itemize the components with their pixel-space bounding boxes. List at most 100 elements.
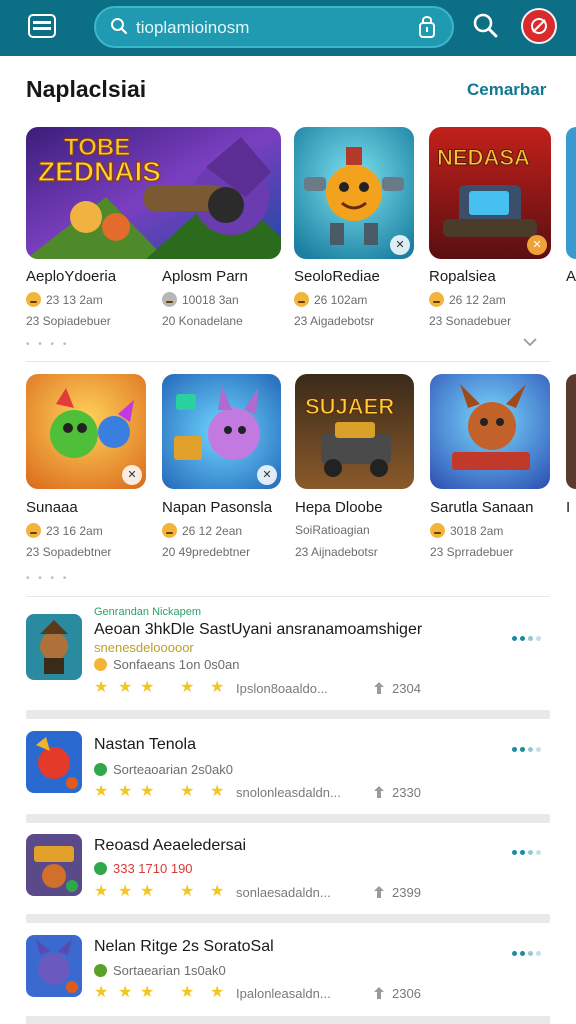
download-icon <box>374 987 384 999</box>
game-meta: 20 49predebtner <box>162 545 251 559</box>
see-more-link[interactable]: Cemarbar <box>467 80 546 100</box>
game-title: Sarutla Sanaan <box>430 499 534 516</box>
list-item-meta: Sortaearian 1s0ak0 <box>94 963 226 978</box>
menu-icon[interactable] <box>28 14 56 38</box>
badge-icon: ✕ <box>122 465 142 485</box>
badge-icon: ✕ <box>390 235 410 255</box>
app-icon <box>26 731 82 793</box>
game-thumbnail: ✕ <box>162 374 281 489</box>
list-item-title: Aeoan 3hkDle SastUyani ansranamoamshiger <box>94 621 423 638</box>
item-separator <box>26 710 550 719</box>
emoji-icon <box>429 292 444 307</box>
game-meta: 23 Sopiadebuer <box>26 314 111 328</box>
divider <box>26 361 550 362</box>
list-item-title: Reoasd Aeaeledersai <box>94 837 247 854</box>
game-rating: 23 13 2am <box>26 292 103 307</box>
star-icon: ★ <box>140 883 155 900</box>
badge-icon: ✕ <box>527 235 547 255</box>
star-icon: ★ <box>118 783 133 800</box>
pagination-dots: • • • • <box>26 339 70 350</box>
more-options-icon[interactable] <box>512 747 548 757</box>
star-icon: ★ <box>180 883 195 900</box>
search-icon <box>111 18 128 35</box>
star-icon: ★ <box>94 783 109 800</box>
game-meta: 23 Sonadebuer <box>429 314 512 328</box>
download-count: 2330 <box>392 785 421 800</box>
thumb-title: NEDASA <box>437 145 530 170</box>
list-item-tag: Genrandan Nickapem <box>94 606 202 618</box>
emoji-icon <box>26 292 41 307</box>
game-meta: 23 Aijnadebotsr <box>295 545 378 559</box>
list-item[interactable]: Genrandan Nickapem Aeoan 3hkDle SastUyan… <box>0 604 576 719</box>
list-item-meta: Sorteaoarian 2s0ak0 <box>94 762 233 777</box>
star-icon: ★ <box>180 679 195 696</box>
list-item[interactable]: Nelan Ritge 2s SoratoSal Sortaearian 1s0… <box>0 923 576 1024</box>
divider <box>26 596 550 597</box>
profile-icon <box>531 18 547 34</box>
game-thumbnail <box>430 374 550 489</box>
lock-icon[interactable] <box>418 16 436 38</box>
download-icon <box>374 886 384 898</box>
app-icon <box>26 834 82 896</box>
item-separator <box>26 914 550 923</box>
chevron-down-icon[interactable] <box>522 336 538 348</box>
emoji-icon <box>162 292 177 307</box>
more-options-icon[interactable] <box>512 850 548 860</box>
game-title: Hepa Dloobe <box>295 499 383 516</box>
download-count: 2306 <box>392 986 421 1001</box>
game-rating: 26 12 2ean <box>162 523 242 538</box>
game-title: Sunaaa <box>26 499 78 516</box>
star-icon: ★ <box>180 783 195 800</box>
star-icon: ★ <box>210 783 225 800</box>
star-icon: ★ <box>94 679 109 696</box>
check-icon <box>94 964 107 977</box>
download-icon <box>374 786 384 798</box>
star-icon: ★ <box>118 679 133 696</box>
search-icon[interactable] <box>472 12 498 38</box>
pagination-dots: • • • • <box>26 573 70 584</box>
list-item-description: snolonleasdaldn... <box>236 785 341 800</box>
game-thumbnail <box>566 374 576 489</box>
more-options-icon[interactable] <box>512 951 548 961</box>
list-item-description: Ipslon8oaaldo... <box>236 681 328 696</box>
thumb-title: ZEDNAIS <box>38 156 161 187</box>
star-icon: ★ <box>140 783 155 800</box>
game-thumbnail: SUJAER <box>295 374 414 489</box>
profile-avatar[interactable] <box>521 8 557 44</box>
badge-icon: ✕ <box>257 465 277 485</box>
game-title: Aplosm Parn <box>162 268 248 285</box>
game-title: A <box>566 268 576 285</box>
game-meta: 23 Aigadebotsr <box>294 314 375 328</box>
list-item-meta: Sonfaeans 1on 0s0an <box>94 657 240 672</box>
game-meta: SoiRatioagian <box>295 523 370 537</box>
section-title: Naplaclsiai <box>26 76 147 102</box>
game-rating: 26 12 2am <box>429 292 506 307</box>
game-rating: 23 16 2am <box>26 523 103 538</box>
list-item[interactable]: Reoasd Aeaeledersai 333 1710 190 ★ ★ ★ ★ ★ s… <box>0 822 576 923</box>
thumb-title: SUJAER <box>305 394 394 419</box>
star-icon: ★ <box>210 984 225 1001</box>
game-thumbnail <box>566 127 576 259</box>
download-icon <box>374 682 384 694</box>
emoji-icon <box>162 523 177 538</box>
emoji-icon <box>294 292 309 307</box>
search-input-text[interactable]: tioplamioinosm <box>136 18 249 38</box>
list-item-description: sonlaesadaldn... <box>236 885 331 900</box>
check-icon <box>94 763 107 776</box>
list-item-title: Nastan Tenola <box>94 736 196 753</box>
star-icon: ★ <box>94 883 109 900</box>
emoji-icon <box>94 658 107 671</box>
list-item-title: Nelan Ritge 2s SoratoSal <box>94 938 274 955</box>
check-icon <box>94 862 107 875</box>
app-icon <box>26 935 82 997</box>
more-options-icon[interactable] <box>512 636 548 646</box>
game-title: AeploYdoeria <box>26 268 117 285</box>
game-thumbnail: ✕ <box>294 127 414 259</box>
game-rating: 26 102am <box>294 292 367 307</box>
top-app-bar: tioplamioinosm <box>0 0 576 56</box>
item-separator <box>26 1016 550 1024</box>
star-icon: ★ <box>210 883 225 900</box>
list-item[interactable]: Nastan Tenola Sorteaoarian 2s0ak0 ★ ★ ★ ★ ★ … <box>0 721 576 823</box>
search-bar[interactable]: tioplamioinosm <box>94 6 454 48</box>
game-title: SeoloRediae <box>294 268 380 285</box>
